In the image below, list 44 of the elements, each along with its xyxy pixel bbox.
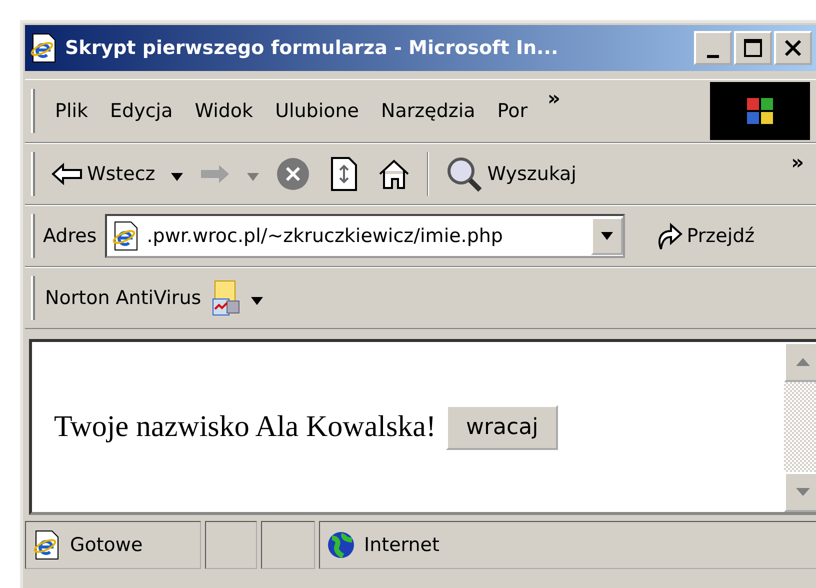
menu-item[interactable]: Plik (53, 100, 90, 122)
close-button[interactable] (774, 31, 812, 65)
search-button[interactable]: Wyszukaj (443, 156, 578, 192)
maximize-icon (743, 38, 763, 58)
status-pane (261, 521, 315, 569)
norton-antivirus-label[interactable]: Norton AntiVirus (45, 287, 202, 309)
toolbar-overflow-chevron[interactable]: » (791, 150, 804, 174)
address-field[interactable]: .pwr.wroc.pl/~zkruczkiewicz/imie.php (104, 214, 625, 258)
forward-arrow-icon (199, 162, 232, 186)
close-icon (784, 39, 802, 57)
stop-icon (275, 156, 312, 192)
caret-icon (600, 232, 613, 240)
caret-icon (171, 172, 184, 180)
status-pane (205, 521, 257, 569)
zone-text: Internet (364, 534, 440, 556)
back-arrow-icon (51, 162, 83, 186)
menu-item[interactable]: Edycja (108, 100, 175, 122)
menu-item[interactable]: Por (495, 100, 530, 122)
address-label: Adres (43, 225, 97, 247)
refresh-icon (329, 156, 360, 192)
go-button[interactable]: Przejdź (652, 221, 757, 251)
minimize-icon (707, 54, 719, 58)
address-dropdown-button[interactable] (590, 217, 623, 255)
home-icon (377, 157, 412, 191)
menu-overflow-chevron[interactable]: » (548, 86, 560, 110)
caret-icon (247, 172, 260, 180)
up-triangle-icon (796, 358, 810, 366)
globe-icon (326, 530, 356, 560)
back-form-button[interactable]: wracaj (446, 404, 558, 450)
window-title: Skrypt pierwszego formularza - Microsoft In... (65, 37, 558, 59)
menu-item[interactable]: Ulubione (273, 100, 361, 122)
status-text: Gotowe (70, 534, 143, 556)
scroll-down-button[interactable] (784, 472, 816, 512)
search-icon (445, 156, 484, 192)
scroll-up-button[interactable] (784, 342, 816, 382)
back-button[interactable]: Wstecz (49, 162, 158, 186)
maximize-button[interactable] (734, 31, 772, 65)
down-triangle-icon (796, 488, 810, 496)
caret-icon (251, 296, 264, 304)
menu-item[interactable]: Narzędzia (379, 100, 478, 122)
minimize-button[interactable] (694, 31, 732, 65)
menu-item[interactable]: Widok (192, 100, 256, 122)
flag-icon (745, 96, 775, 126)
result-text: Twoje nazwisko Ala Kowalska! (54, 410, 436, 444)
